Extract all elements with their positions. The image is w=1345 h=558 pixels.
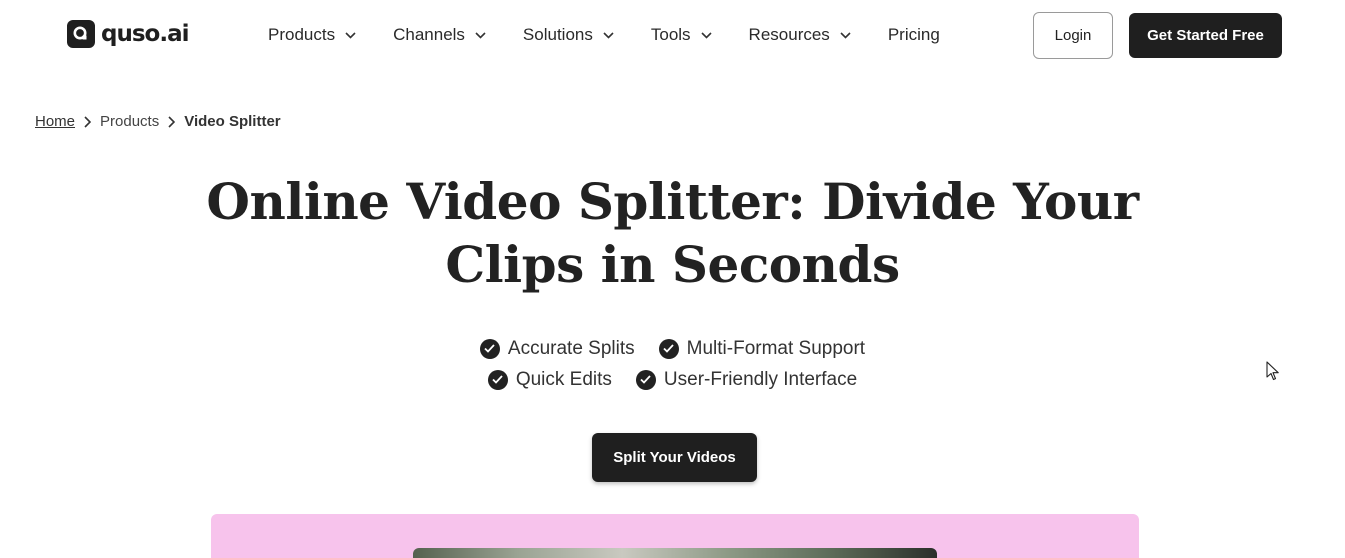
feature-list: Accurate Splits Multi-Format Support Qui… <box>0 336 1345 398</box>
video-preview-panel <box>211 514 1139 558</box>
nav-products[interactable]: Products <box>268 24 356 46</box>
nav-tools[interactable]: Tools <box>651 24 712 46</box>
check-circle-icon <box>487 369 508 390</box>
nav-pricing[interactable]: Pricing <box>888 24 940 46</box>
chevron-down-icon <box>345 31 356 39</box>
chevron-right-icon <box>168 115 176 128</box>
nav-label: Solutions <box>522 25 593 44</box>
chevron-down-icon <box>840 31 851 39</box>
check-circle-icon <box>658 338 679 359</box>
breadcrumb: Home Products Video Splitter <box>35 113 281 130</box>
logo-text: quso.ai <box>101 21 189 47</box>
breadcrumb-home[interactable]: Home <box>35 113 75 130</box>
feature-item: User-Friendly Interface <box>635 368 858 391</box>
split-videos-button[interactable]: Split Your Videos <box>592 433 757 482</box>
feature-item: Multi-Format Support <box>658 337 866 360</box>
feature-label: User-Friendly Interface <box>663 368 858 390</box>
nav-resources[interactable]: Resources <box>749 24 851 46</box>
chevron-right-icon <box>84 115 92 128</box>
nav-solutions[interactable]: Solutions <box>523 24 614 46</box>
nav-label: Pricing <box>887 25 940 44</box>
site-header: quso.ai Products Channels Solutions Tool… <box>0 0 1345 72</box>
main-nav: Products Channels Solutions Tools Resour… <box>268 24 940 46</box>
nav-label: Resources <box>748 25 830 44</box>
logo[interactable]: quso.ai <box>67 20 189 48</box>
nav-channels[interactable]: Channels <box>393 24 486 46</box>
get-started-button[interactable]: Get Started Free <box>1129 13 1282 58</box>
feature-item: Accurate Splits <box>479 337 635 360</box>
feature-label: Quick Edits <box>515 368 612 390</box>
check-circle-icon <box>479 338 500 359</box>
page-title-line-1: Online Video Splitter: Divide Your <box>206 172 1139 231</box>
feature-item: Quick Edits <box>487 368 612 391</box>
chevron-down-icon <box>603 31 614 39</box>
chevron-down-icon <box>700 31 712 39</box>
login-button[interactable]: Login <box>1033 12 1113 59</box>
breadcrumb-current: Video Splitter <box>184 113 281 130</box>
mouse-pointer-icon <box>1266 361 1280 386</box>
nav-label: Tools <box>650 25 691 44</box>
quso-logo-icon <box>67 20 95 48</box>
nav-label: Channels <box>393 25 465 44</box>
chevron-down-icon <box>475 31 486 39</box>
nav-label: Products <box>268 25 336 44</box>
check-circle-icon <box>635 369 656 390</box>
feature-label: Multi-Format Support <box>686 337 866 359</box>
video-preview-image <box>413 548 937 558</box>
page-title-line-2: Clips in Seconds <box>445 235 900 294</box>
page-title: Online Video Splitter: Divide Your Clips… <box>0 170 1345 296</box>
breadcrumb-products[interactable]: Products <box>100 113 159 130</box>
feature-label: Accurate Splits <box>507 337 635 359</box>
